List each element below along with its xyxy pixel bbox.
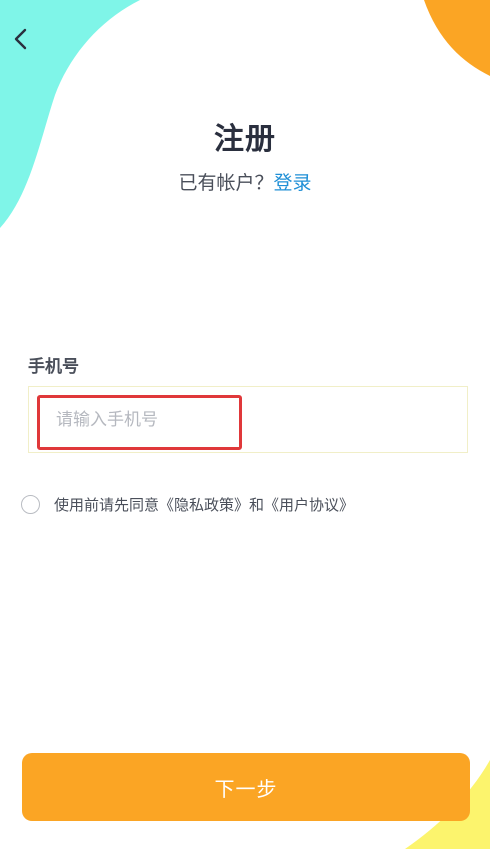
agreement-text: 使用前请先同意《隐私政策》和《用户协议》 (54, 494, 354, 515)
agreement-conjunction: 和 (249, 495, 265, 514)
login-prompt-text: 已有帐户？ (178, 172, 274, 194)
phone-label: 手机号 (28, 357, 79, 377)
agreement-row: 使用前请先同意《隐私政策》和《用户协议》 (21, 493, 354, 515)
agreement-radio[interactable] (21, 494, 40, 514)
agreement-prefix: 使用前请先同意 (54, 495, 160, 514)
page-title: 注册 (214, 122, 276, 157)
register-page: 注册 已有帐户？登录 手机号 使用前请先同意《隐私政策》和《用户协议》 下一步 (0, 0, 490, 849)
next-step-button[interactable]: 下一步 (22, 753, 470, 821)
orange-blob-shape (424, 0, 490, 76)
back-button[interactable] (2, 20, 38, 58)
privacy-policy-link[interactable]: 《隐私政策》 (159, 496, 249, 514)
user-agreement-link[interactable]: 《用户协议》 (264, 496, 354, 514)
phone-input[interactable] (56, 402, 456, 438)
login-prompt: 已有帐户？登录 (0, 168, 490, 195)
chevron-left-icon (14, 28, 27, 50)
login-link[interactable]: 登录 (274, 172, 312, 194)
